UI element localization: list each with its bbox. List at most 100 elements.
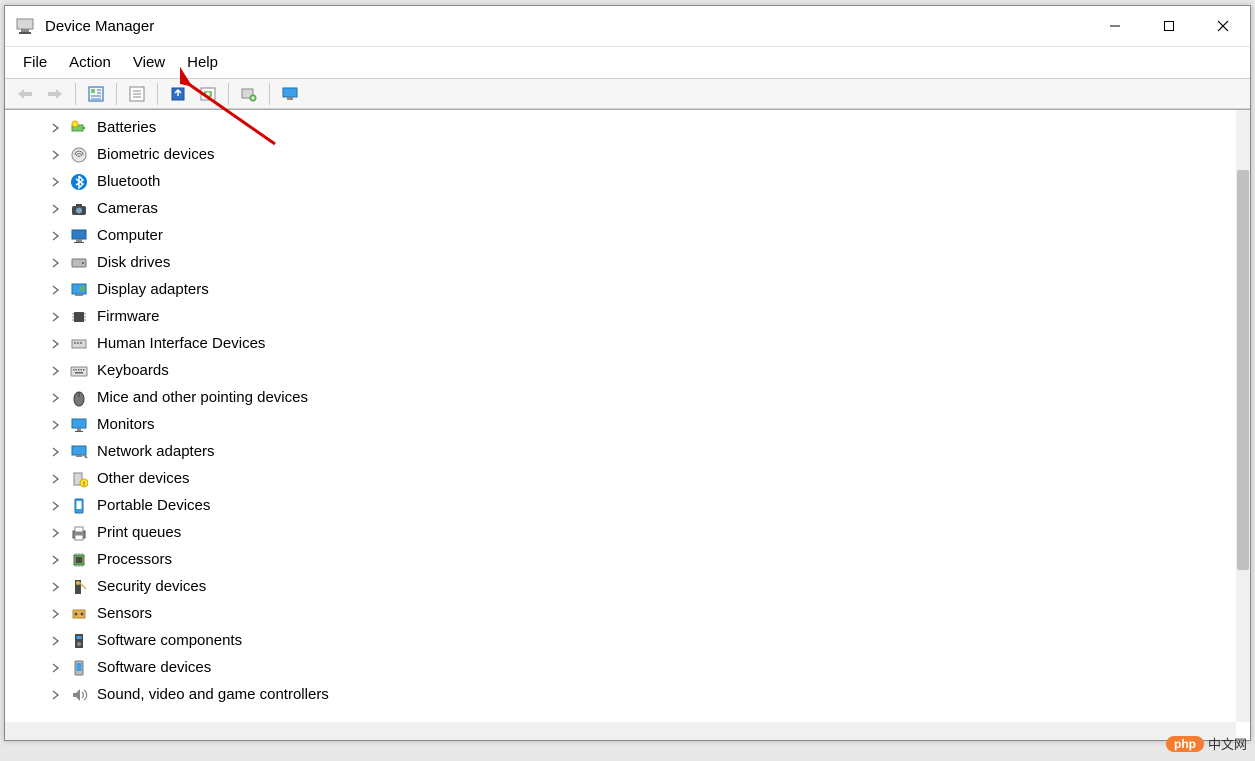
tree-item-label: Portable Devices	[97, 497, 210, 514]
chevron-right-icon[interactable]	[49, 283, 63, 297]
tree-item-label: Disk drives	[97, 254, 170, 271]
tree-item-keyboards[interactable]: Keyboards	[5, 357, 1236, 384]
chevron-right-icon[interactable]	[49, 364, 63, 378]
maximize-button[interactable]	[1142, 6, 1196, 46]
tree-item-display-adapters[interactable]: Display adapters	[5, 276, 1236, 303]
chevron-right-icon[interactable]	[49, 121, 63, 135]
tree-item-label: Cameras	[97, 200, 158, 217]
tree-item-label: Monitors	[97, 416, 155, 433]
tree-item-hid[interactable]: Human Interface Devices	[5, 330, 1236, 357]
chevron-right-icon[interactable]	[49, 661, 63, 675]
toolbar-separator	[75, 83, 76, 105]
add-legacy-hardware-button[interactable]	[276, 82, 304, 106]
chip-icon	[69, 307, 89, 327]
watermark-text: 中文网	[1208, 734, 1247, 753]
chevron-right-icon[interactable]	[49, 499, 63, 513]
chevron-right-icon[interactable]	[49, 634, 63, 648]
watermark-badge: php	[1166, 736, 1204, 752]
minimize-button[interactable]	[1088, 6, 1142, 46]
toolbar	[5, 79, 1250, 109]
chevron-right-icon[interactable]	[49, 391, 63, 405]
tree-item-software-devices[interactable]: Software devices	[5, 654, 1236, 681]
tree-item-label: Mice and other pointing devices	[97, 389, 308, 406]
tree-item-disk-drives[interactable]: Disk drives	[5, 249, 1236, 276]
tree-item-mice[interactable]: Mice and other pointing devices	[5, 384, 1236, 411]
chevron-right-icon[interactable]	[49, 607, 63, 621]
tree-item-portable[interactable]: Portable Devices	[5, 492, 1236, 519]
tree-item-firmware[interactable]: Firmware	[5, 303, 1236, 330]
chevron-right-icon[interactable]	[49, 688, 63, 702]
tree-item-security[interactable]: Security devices	[5, 573, 1236, 600]
scan-hardware-button[interactable]	[235, 82, 263, 106]
hid-icon	[69, 334, 89, 354]
chevron-right-icon[interactable]	[49, 229, 63, 243]
chevron-right-icon[interactable]	[49, 472, 63, 486]
chevron-right-icon[interactable]	[49, 202, 63, 216]
horizontal-scrollbar[interactable]	[5, 722, 1236, 740]
printer-icon	[69, 523, 89, 543]
content-pane: Batteries Biometric devices Bluetooth Ca…	[5, 109, 1250, 740]
fingerprint-icon	[69, 145, 89, 165]
chevron-right-icon[interactable]	[49, 337, 63, 351]
menu-help[interactable]: Help	[177, 50, 228, 75]
chevron-right-icon[interactable]	[49, 526, 63, 540]
tree-item-software-components[interactable]: Software components	[5, 627, 1236, 654]
toolbar-separator	[116, 83, 117, 105]
network-icon	[69, 442, 89, 462]
device-tree[interactable]: Batteries Biometric devices Bluetooth Ca…	[5, 110, 1236, 722]
battery-icon	[69, 118, 89, 138]
chevron-right-icon[interactable]	[49, 553, 63, 567]
tree-item-print-queues[interactable]: Print queues	[5, 519, 1236, 546]
mouse-icon	[69, 388, 89, 408]
tree-item-biometric[interactable]: Biometric devices	[5, 141, 1236, 168]
menu-view[interactable]: View	[123, 50, 175, 75]
disk-icon	[69, 253, 89, 273]
software-component-icon	[69, 631, 89, 651]
tree-item-sensors[interactable]: Sensors	[5, 600, 1236, 627]
tree-item-label: Firmware	[97, 308, 160, 325]
keyboard-icon	[69, 361, 89, 381]
menu-file[interactable]: File	[13, 50, 57, 75]
chevron-right-icon[interactable]	[49, 580, 63, 594]
scrollbar-thumb[interactable]	[1237, 170, 1249, 570]
security-icon	[69, 577, 89, 597]
other-devices-icon: !	[69, 469, 89, 489]
back-button[interactable]	[11, 82, 39, 106]
tree-item-bluetooth[interactable]: Bluetooth	[5, 168, 1236, 195]
vertical-scrollbar[interactable]	[1236, 110, 1250, 722]
tree-item-other[interactable]: ! Other devices	[5, 465, 1236, 492]
portable-icon	[69, 496, 89, 516]
tree-item-network[interactable]: Network adapters	[5, 438, 1236, 465]
properties-button[interactable]	[123, 82, 151, 106]
toolbar-separator	[157, 83, 158, 105]
tree-item-label: Security devices	[97, 578, 206, 595]
show-hidden-button[interactable]	[82, 82, 110, 106]
tree-item-label: Keyboards	[97, 362, 169, 379]
app-icon	[15, 16, 35, 36]
tree-item-sound[interactable]: Sound, video and game controllers	[5, 681, 1236, 708]
tree-item-computer[interactable]: Computer	[5, 222, 1236, 249]
tree-item-batteries[interactable]: Batteries	[5, 114, 1236, 141]
chevron-right-icon[interactable]	[49, 175, 63, 189]
tree-item-processors[interactable]: Processors	[5, 546, 1236, 573]
chevron-right-icon[interactable]	[49, 418, 63, 432]
camera-icon	[69, 199, 89, 219]
close-button[interactable]	[1196, 6, 1250, 46]
bluetooth-icon	[69, 172, 89, 192]
chevron-right-icon[interactable]	[49, 445, 63, 459]
tree-item-monitors[interactable]: Monitors	[5, 411, 1236, 438]
window-title: Device Manager	[45, 18, 154, 35]
monitor-icon	[69, 415, 89, 435]
tree-item-label: Batteries	[97, 119, 156, 136]
forward-button[interactable]	[41, 82, 69, 106]
uninstall-device-button[interactable]	[194, 82, 222, 106]
software-device-icon	[69, 658, 89, 678]
chevron-right-icon[interactable]	[49, 148, 63, 162]
sensor-icon	[69, 604, 89, 624]
chevron-right-icon[interactable]	[49, 256, 63, 270]
menu-action[interactable]: Action	[59, 50, 121, 75]
tree-item-cameras[interactable]: Cameras	[5, 195, 1236, 222]
toolbar-separator	[228, 83, 229, 105]
chevron-right-icon[interactable]	[49, 310, 63, 324]
update-driver-button[interactable]	[164, 82, 192, 106]
